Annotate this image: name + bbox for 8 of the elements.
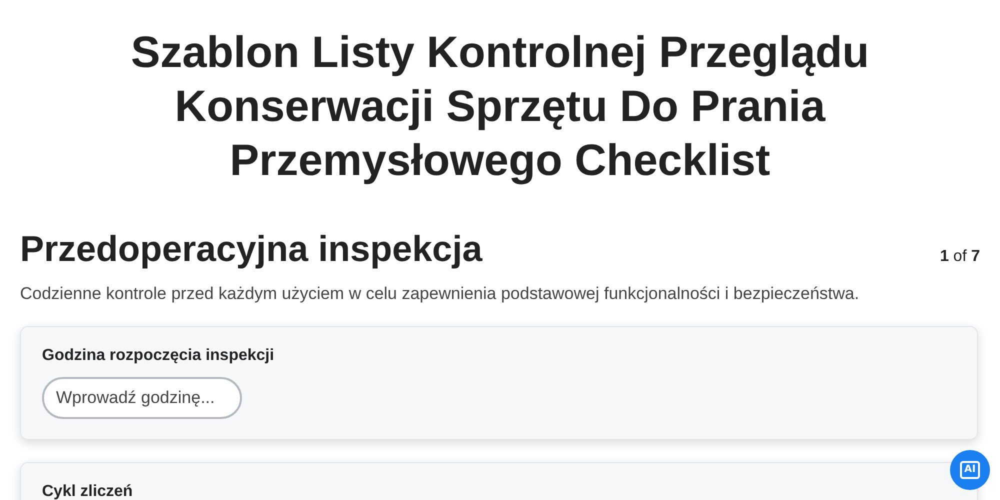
section-description: Codzienne kontrole przed każdym użyciem w celu zapewnienia podstawowej funkcjonalności i bezpieczeństwa. (20, 284, 860, 304)
time-field[interactable]: Wprowadź godzinę... (42, 377, 242, 419)
question-label: Cykl zliczeń (42, 483, 134, 500)
page-title: Szablon Listy Kontrolnej Przeglądu Konserwacji Sprzętu Do Prania Przemysłowego Checklist (130, 27, 870, 187)
ai-button[interactable]: AI (950, 450, 990, 490)
page-counter: 1 of 7 (940, 248, 980, 266)
question-label: Godzina rozpoczęcia inspekcji (42, 347, 276, 365)
section-heading: Przedoperacyjna inspekcja (20, 228, 482, 270)
